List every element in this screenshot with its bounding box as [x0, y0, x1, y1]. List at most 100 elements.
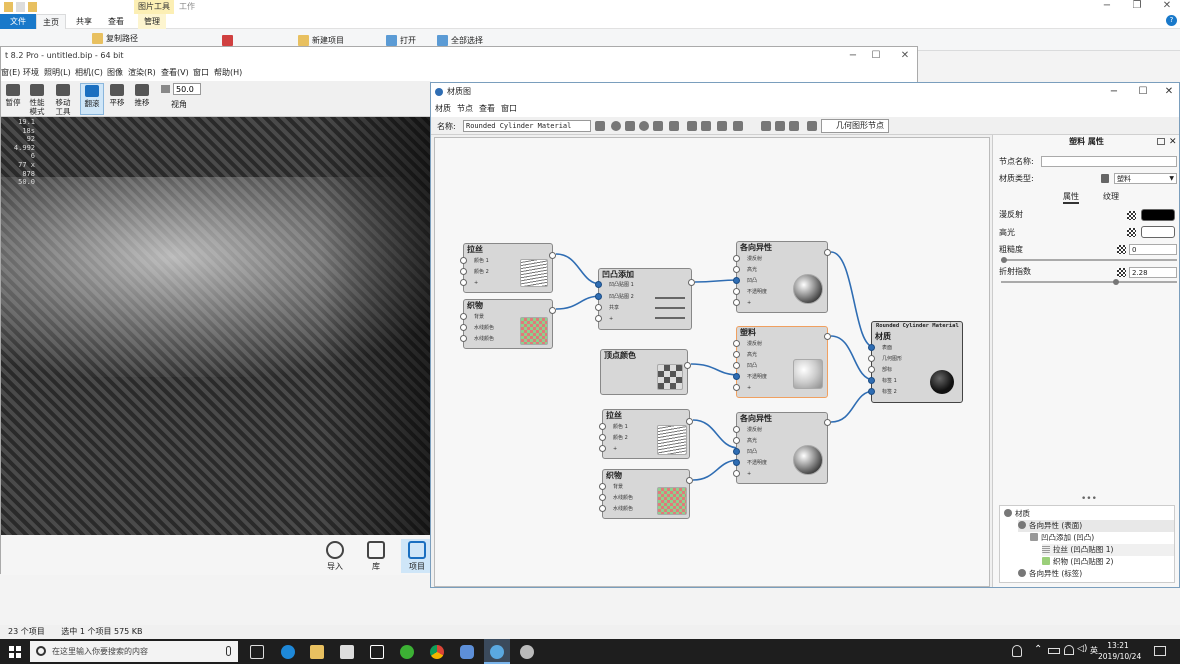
port-dot[interactable] — [733, 448, 740, 455]
mg-close-icon[interactable]: ✕ — [1162, 83, 1176, 101]
arrow-icon[interactable] — [807, 121, 817, 131]
output-dot[interactable] — [684, 362, 691, 369]
store-icon[interactable] — [340, 645, 354, 659]
node-name-input[interactable] — [1041, 156, 1177, 167]
output-dot[interactable] — [688, 279, 695, 286]
roughness-input[interactable]: 0 — [1129, 244, 1177, 255]
node-ungroup-icon[interactable] — [733, 121, 743, 131]
node-brushed-1[interactable]: 拉丝 颜色 1 颜色 2 + — [460, 243, 556, 293]
fov-input[interactable] — [173, 83, 201, 95]
output-dot[interactable] — [686, 477, 693, 484]
tree-item[interactable]: 各向异性 (表面) — [1018, 520, 1174, 532]
port-dot[interactable] — [868, 344, 875, 351]
volume-icon[interactable]: ◁) — [1077, 644, 1087, 654]
edge-icon[interactable] — [281, 645, 295, 659]
keyshot-close-icon[interactable]: ✕ — [898, 47, 912, 65]
texture-icon[interactable] — [1117, 245, 1126, 254]
port-dot[interactable] — [595, 281, 602, 288]
tree-item[interactable]: 材质 — [1004, 508, 1172, 520]
mg-maximize-icon[interactable]: ☐ — [1136, 83, 1150, 101]
port-dot[interactable] — [599, 483, 606, 490]
port-dot[interactable] — [733, 459, 740, 466]
windows-start-icon[interactable] — [9, 646, 21, 658]
wechat-icon[interactable] — [400, 645, 414, 659]
node-anisotropic-1[interactable]: 各向异性 漫反射 高光 凹凸 不透明度 + — [733, 241, 831, 313]
port-dot[interactable] — [460, 268, 467, 275]
keyshot-minimize-icon[interactable]: − — [846, 47, 860, 65]
port-dot[interactable] — [595, 293, 602, 300]
move-tool-button[interactable]: 移动 工具 — [51, 83, 75, 116]
keyshot-maximize-icon[interactable]: ☐ — [869, 47, 883, 65]
menu-lighting[interactable]: 照明(L) — [44, 65, 71, 81]
tray-chevron-icon[interactable]: ⌃ — [1034, 644, 1042, 655]
app-icon[interactable] — [460, 645, 474, 659]
tab-properties[interactable]: 属性 — [1063, 192, 1079, 204]
more-icon[interactable]: ••• — [1081, 495, 1097, 504]
port-dot[interactable] — [460, 324, 467, 331]
port-dot[interactable] — [733, 362, 740, 369]
split-icon[interactable] — [761, 121, 771, 131]
node-material-output[interactable]: Rounded Cylinder Material 材质 表面 几何图形 部标 … — [868, 321, 963, 403]
network-icon[interactable] — [1064, 645, 1074, 655]
menu-edit[interactable]: 窗(E) — [1, 65, 20, 81]
port-dot[interactable] — [599, 505, 606, 512]
mg-minimize-icon[interactable]: − — [1107, 83, 1121, 101]
people-icon[interactable] — [1012, 645, 1022, 657]
output-dot[interactable] — [549, 252, 556, 259]
tab-manage[interactable]: 管理 — [138, 14, 166, 29]
menu-image[interactable]: 图像 — [107, 65, 123, 81]
node-weave-1[interactable]: 织物 背景 水线颜色 水线颜色 — [460, 299, 556, 349]
menu-view[interactable]: 查看(V) — [161, 65, 189, 81]
port-dot[interactable] — [595, 304, 602, 311]
port-dot[interactable] — [733, 340, 740, 347]
project-button[interactable]: 项目 — [401, 539, 433, 573]
output-dot[interactable] — [686, 418, 693, 425]
dolly-button[interactable]: 推移 — [130, 83, 154, 115]
node-anisotropic-2[interactable]: 各向异性 漫反射 高光 凹凸 不透明度 + — [733, 412, 831, 484]
output-dot[interactable] — [824, 419, 831, 426]
chrome-icon[interactable] — [430, 645, 444, 659]
diffuse-color-swatch[interactable] — [1141, 209, 1175, 221]
mg-menu-window[interactable]: 窗口 — [501, 101, 517, 117]
save-icon[interactable] — [595, 121, 605, 131]
output-dot[interactable] — [824, 333, 831, 340]
port-dot[interactable] — [868, 355, 875, 362]
port-dot[interactable] — [868, 366, 875, 373]
explorer-quick-access-icons[interactable] — [4, 2, 50, 12]
port-dot[interactable] — [595, 315, 602, 322]
port-dot[interactable] — [599, 494, 606, 501]
microphone-icon[interactable] — [226, 646, 231, 656]
port-dot[interactable] — [460, 279, 467, 286]
taskbar-clock[interactable]: 13:21 2019/10/24 — [1098, 640, 1141, 663]
menu-help[interactable]: 帮助(H) — [214, 65, 242, 81]
import-button[interactable]: 导入 — [319, 539, 351, 573]
tab-file[interactable]: 文件 — [0, 14, 36, 29]
menu-camera[interactable]: 相机(C) — [75, 65, 103, 81]
port-dot[interactable] — [868, 388, 875, 395]
texture-icon[interactable] — [1127, 211, 1136, 220]
texture-icon[interactable] — [1117, 268, 1126, 277]
port-dot[interactable] — [868, 377, 875, 384]
tree-item[interactable]: 拉丝 (凹凸贴图 1) — [1042, 544, 1174, 556]
port-dot[interactable] — [733, 426, 740, 433]
port-dot[interactable] — [733, 437, 740, 444]
fit-view-icon[interactable] — [775, 121, 785, 131]
texture-icon[interactable] — [1127, 228, 1136, 237]
port-dot[interactable] — [460, 335, 467, 342]
mg-menu-node[interactable]: 节点 — [457, 101, 473, 117]
port-dot[interactable] — [733, 373, 740, 380]
material-name-input[interactable]: Rounded Cylinder Material — [463, 120, 591, 132]
ior-slider-knob[interactable] — [1113, 279, 1119, 285]
tree-item[interactable]: 织物 (凹凸贴图 2) — [1042, 556, 1174, 568]
port-dot[interactable] — [733, 351, 740, 358]
port-dot[interactable] — [733, 384, 740, 391]
node-vertex-color[interactable]: 顶点颜色 — [600, 349, 691, 395]
port-dot[interactable] — [733, 299, 740, 306]
menu-render[interactable]: 渲染(R) — [128, 65, 156, 81]
ior-input[interactable]: 2.28 — [1129, 267, 1177, 278]
mg-menu-view[interactable]: 查看 — [479, 101, 495, 117]
node-bump-add[interactable]: 凹凸添加 凹凸贴图 1 凹凸贴图 2 共享 + — [595, 268, 695, 330]
node-weave-2[interactable]: 织物 背景 水线颜色 水线颜色 — [599, 469, 693, 519]
port-dot[interactable] — [599, 423, 606, 430]
preview-icon[interactable] — [625, 121, 635, 131]
